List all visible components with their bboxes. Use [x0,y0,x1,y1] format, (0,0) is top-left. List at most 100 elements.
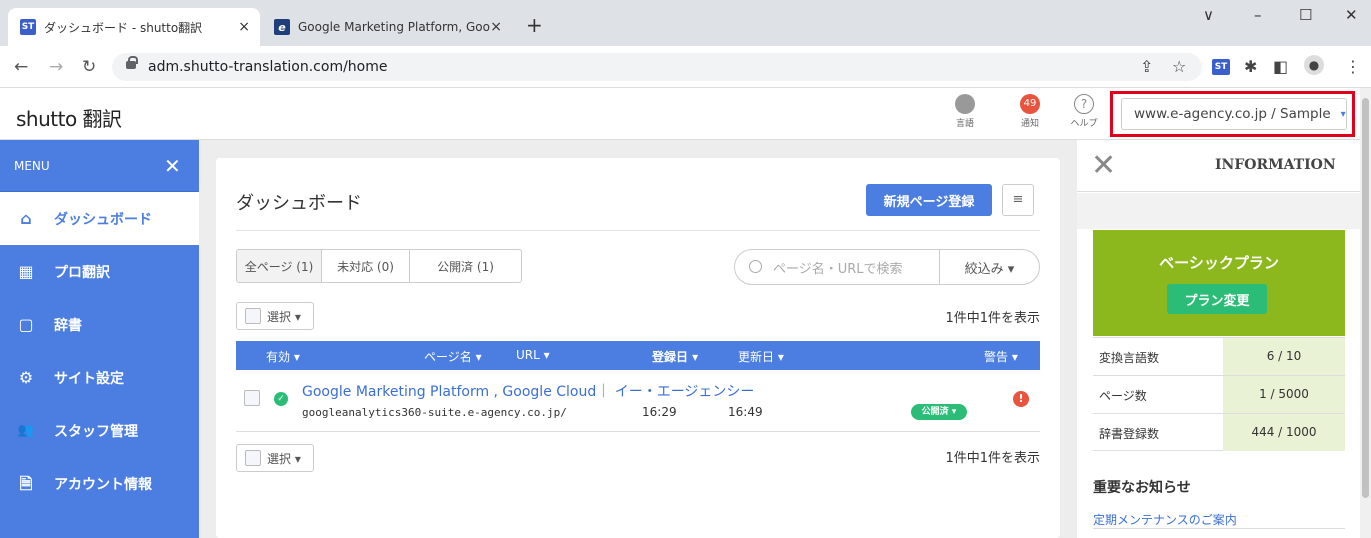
stat-label: ページ数 [1099,389,1147,403]
stat-label: 変換言語数 [1099,351,1160,365]
extensions-puzzle-icon[interactable]: ✱ [1244,57,1257,76]
info-header: ✕ INFORMATION [1077,140,1360,192]
url-text: adm.shutto-translation.com/home [148,59,388,75]
row-checkbox[interactable] [244,390,260,406]
help-label: ヘルプ [1070,119,1098,129]
sidebar-item-label: プロ翻訳 [54,264,110,281]
forward-button[interactable]: → [49,57,63,77]
notification-button[interactable]: 49 通知 [1010,94,1050,129]
sidebar-item-label: スタッフ管理 [54,423,138,440]
tab-published[interactable]: 公開済 (1) [409,249,522,283]
sidebar-item-account[interactable]: 🗎 アカウント情報 [0,457,199,510]
back-button[interactable]: ← [14,57,28,77]
new-page-button[interactable]: 新規ページ登録 [866,184,992,216]
result-count-bottom: 1件中1件を表示 [945,451,1040,466]
stat-row-pages: ページ数 1 / 5000 [1093,375,1345,413]
dashboard-panel: ダッシュボード 新規ページ登録 ≡ 全ページ (1) 未対応 (0) 公開済 (… [216,158,1060,538]
scrollbar-thumb[interactable] [1362,98,1369,498]
grid-icon: ▦ [18,262,34,281]
app-logo[interactable]: shutto 翻訳 [16,103,122,132]
app-header: shutto 翻訳 言語 49 通知 ? ヘルプ www.e-agency.co… [0,88,1360,140]
bookmark-star-icon[interactable]: ☆ [1172,57,1186,76]
language-label: 言語 [955,119,974,129]
search-placeholder: ページ名・URLで検索 [773,261,903,277]
maximize-button[interactable]: ☐ [1299,6,1312,24]
hamburger-menu-icon[interactable]: ≡ [1002,184,1034,216]
bulk-select-dropdown-bottom[interactable]: 選択 ▾ [236,444,314,472]
minimize-button[interactable]: – [1254,6,1262,24]
sidebar-item-label: 辞書 [54,317,82,334]
select-label: 選択 ▾ [267,309,301,324]
lock-icon [126,56,138,69]
sidebar-item-dictionary[interactable]: ▢ 辞書 [0,298,199,351]
stat-label: 辞書登録数 [1099,427,1160,441]
users-icon: 👥 [17,423,35,438]
page-title: ダッシュボード [236,193,362,214]
sidebar-item-label: ダッシュボード [54,211,152,228]
browser-menu-icon[interactable]: ⋮ [1345,57,1361,76]
reload-button[interactable]: ↻ [82,57,96,77]
sidebar-item-staff[interactable]: 👥 スタッフ管理 [0,404,199,457]
table-row[interactable]: ✓ Google Marketing Platform , Google Clo… [236,370,1040,432]
plan-change-button[interactable]: プラン変更 [1167,284,1267,314]
home-icon: ⌂ [20,209,32,228]
bulk-select-dropdown[interactable]: 選択 ▾ [236,302,314,330]
plan-name: ベーシックプラン [1159,254,1279,272]
new-tab-button[interactable]: + [526,13,543,37]
warning-icon[interactable]: ! [1013,391,1029,407]
close-window-button[interactable]: ✕ [1345,6,1358,24]
tab-close-icon[interactable]: × [238,19,250,35]
notice-link[interactable]: 定期メンテナンスのご案内 [1093,511,1237,528]
filter-dropdown[interactable]: 絞込み ▾ [939,249,1040,285]
col-enabled[interactable]: 有効 ▾ [266,348,300,365]
notification-label: 通知 [1020,119,1039,129]
stat-value: 6 / 10 [1223,338,1345,375]
page-scrollbar[interactable] [1360,88,1371,538]
language-button[interactable]: 言語 [945,94,985,129]
address-bar-row: ← → ↻ adm.shutto-translation.com/home [0,46,1371,88]
url-input[interactable]: adm.shutto-translation.com/home [112,53,1202,81]
tab-unhandled[interactable]: 未対応 (0) [321,249,410,283]
sidebar-item-dashboard[interactable]: ⌂ ダッシュボード [0,192,199,245]
shutto-extension-icon[interactable]: ST [1212,59,1230,75]
divider [236,230,1040,231]
browser-tab-google-marketing[interactable]: e Google Marketing Platform, Goo × [262,8,512,46]
col-page-name[interactable]: ページ名 ▾ [424,348,482,365]
info-spacer [1077,193,1360,229]
browser-tab-dashboard[interactable]: ST ダッシュボード - shutto翻訳 × [8,8,260,46]
col-registered[interactable]: 登録日 ▾ [652,348,698,365]
side-panel-icon[interactable]: ◧ [1273,57,1288,76]
search-input[interactable]: ページ名・URLで検索 [734,249,940,285]
select-checkbox[interactable] [245,450,261,466]
globe-icon [955,94,975,114]
sidebar-item-pro-translation[interactable]: ▦ プロ翻訳 [0,245,199,298]
stat-row-languages: 変換言語数 6 / 10 [1093,337,1345,375]
info-close-icon[interactable]: ✕ [1091,148,1116,183]
share-icon[interactable]: ⇪ [1140,57,1153,76]
plan-card: ベーシックプラン プラン変更 [1093,230,1345,336]
sidebar-item-site-settings[interactable]: ⚙ サイト設定 [0,351,199,404]
sidebar-header: MENU ✕ [0,140,199,192]
result-count: 1件中1件を表示 [945,311,1040,326]
tab-title: ダッシュボード - shutto翻訳 [44,20,203,35]
sidebar-item-label: アカウント情報 [54,476,152,493]
status-badge[interactable]: 公開済 ▾ [911,404,967,420]
shutto-favicon-icon: ST [20,19,36,35]
tab-all-pages[interactable]: 全ページ (1) [236,249,322,283]
sidebar-close-icon[interactable]: ✕ [164,154,181,178]
highlight-box [1110,91,1355,137]
row-page-title-link[interactable]: Google Marketing Platform , Google Cloud… [302,381,754,401]
col-url[interactable]: URL ▾ [516,348,550,362]
browser-tab-bar: ST ダッシュボード - shutto翻訳 × e Google Marketi… [0,0,1371,46]
tab-search-icon[interactable]: ∨ [1203,6,1214,24]
divider [1093,528,1345,529]
help-button[interactable]: ? ヘルプ [1064,94,1104,129]
tab-close-icon[interactable]: × [490,19,502,35]
profile-avatar-icon[interactable]: ● [1304,55,1324,75]
row-url: googleanalytics360-suite.e-agency.co.jp/ [302,406,567,419]
help-icon: ? [1074,94,1094,114]
row-updated: 16:49 [728,405,763,419]
col-warning[interactable]: 警告 ▾ [984,348,1018,365]
col-updated[interactable]: 更新日 ▾ [738,348,784,365]
select-checkbox[interactable] [245,308,261,324]
